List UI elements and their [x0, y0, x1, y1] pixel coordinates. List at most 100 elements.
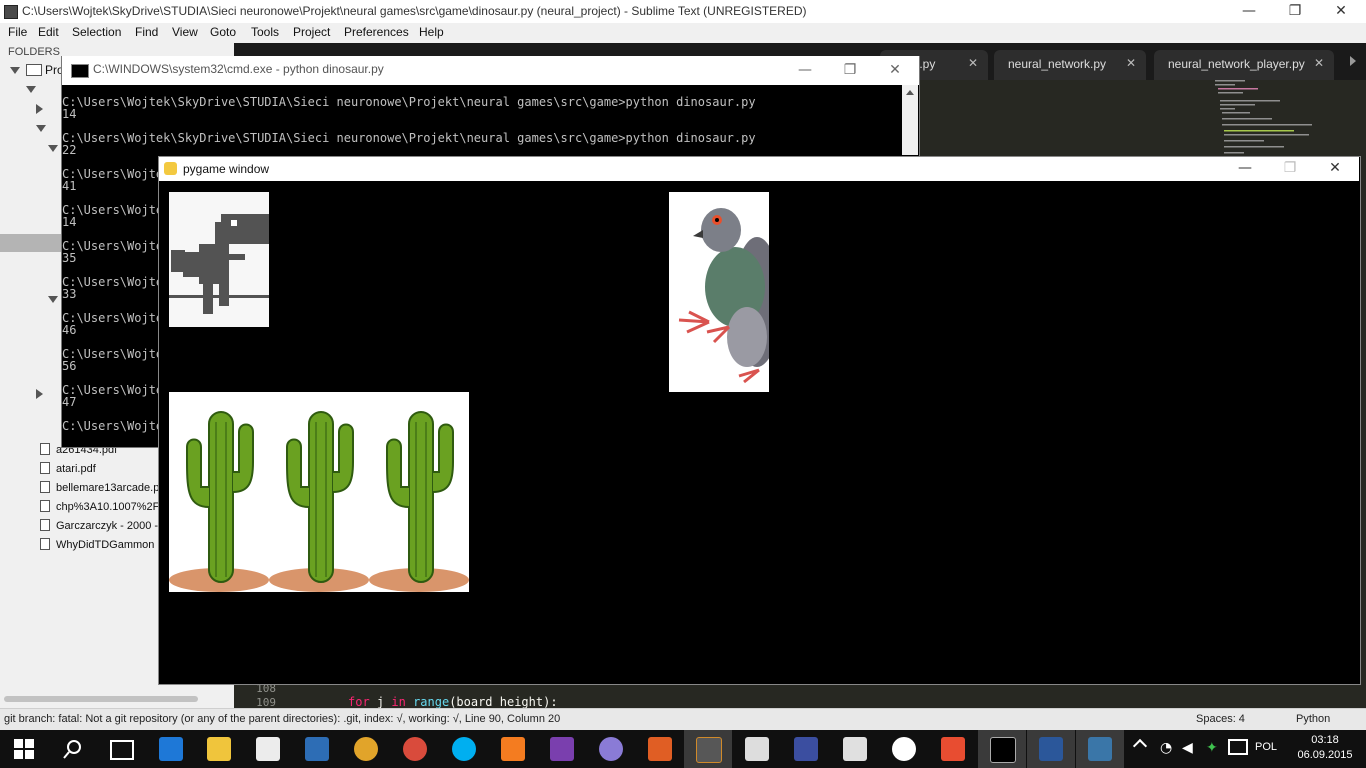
app-icon[interactable]	[745, 737, 769, 761]
tab-neural-network[interactable]: neural_network.py ✕	[994, 50, 1146, 80]
chrome-icon[interactable]	[403, 737, 427, 761]
tab-scroll-right-icon[interactable]	[1350, 56, 1356, 66]
app-icon[interactable]	[305, 737, 329, 761]
sidebar-file[interactable]: atari.pdf	[40, 462, 96, 481]
cmd-output: 56	[62, 359, 77, 373]
cmd-maximize-button[interactable]: ❐	[827, 59, 873, 82]
search-button[interactable]	[62, 738, 84, 764]
cmd-output: 35	[62, 251, 77, 265]
calendar-icon[interactable]	[843, 737, 867, 761]
menu-edit[interactable]: Edit	[38, 25, 59, 39]
clock-date: 06.09.2015	[1297, 749, 1353, 761]
menu-project[interactable]: Project	[293, 25, 330, 39]
sublime-text-icon[interactable]	[696, 737, 722, 763]
sidebar-selected-row[interactable]	[0, 234, 62, 252]
cmd-close-button[interactable]: ✕	[872, 59, 918, 82]
cmd-output: 46	[62, 323, 77, 337]
skype-icon[interactable]	[452, 737, 476, 761]
menu-find[interactable]: Find	[135, 25, 158, 39]
file-icon	[40, 462, 50, 474]
pygame-close-button[interactable]: ✕	[1312, 157, 1358, 180]
file-icon	[40, 519, 50, 531]
cactus-sprite	[369, 392, 469, 592]
scroll-up-icon[interactable]	[906, 90, 914, 95]
collapse-arrow-icon[interactable]	[36, 389, 43, 399]
sidebar-scrollbar[interactable]	[4, 696, 198, 702]
app-icon[interactable]	[501, 737, 525, 761]
notifications-icon[interactable]	[1228, 739, 1248, 755]
clock-time: 03:18	[1311, 734, 1339, 746]
status-syntax[interactable]: Python	[1296, 713, 1330, 725]
app-icon[interactable]	[794, 737, 818, 761]
sidebar-file[interactable]: chp%3A10.1007%2F	[40, 500, 159, 519]
cmd-prompt: C:\Users\Wojte	[62, 239, 164, 253]
dropbox-icon[interactable]: ✦	[1206, 740, 1218, 756]
expand-arrow-icon[interactable]	[10, 67, 20, 74]
cmd-output: 47	[62, 395, 77, 409]
pygame-snake-icon	[164, 162, 177, 175]
cmd-output: 14	[62, 107, 77, 121]
close-tab-icon[interactable]: ✕	[1314, 56, 1324, 70]
input-language[interactable]: POL	[1255, 741, 1277, 753]
status-git: git branch: fatal: Not a git repository …	[4, 713, 561, 725]
menu-file[interactable]: File	[8, 25, 27, 39]
sidebar-header: FOLDERS	[8, 46, 60, 58]
git-icon[interactable]	[941, 737, 965, 761]
cmd-prompt: C:\Users\Wojte	[62, 275, 164, 289]
word-icon[interactable]	[1039, 737, 1063, 761]
close-tab-icon[interactable]: ✕	[1126, 56, 1136, 70]
status-indentation[interactable]: Spaces: 4	[1196, 713, 1245, 725]
file-explorer-icon[interactable]	[207, 737, 231, 761]
menu-preferences[interactable]: Preferences	[344, 25, 409, 39]
collapse-arrow-icon[interactable]	[36, 104, 43, 114]
cmd-output: 33	[62, 287, 77, 301]
app-icon[interactable]	[354, 737, 378, 761]
close-button[interactable]: ✕	[1318, 0, 1364, 23]
cmd-prompt: C:\Users\Wojte	[62, 383, 164, 397]
menu-tools[interactable]: Tools	[251, 25, 279, 39]
task-view-icon[interactable]	[110, 740, 134, 760]
cmd-icon[interactable]	[990, 737, 1016, 763]
pygame-minimize-button[interactable]: —	[1222, 157, 1268, 180]
maximize-button[interactable]: ❐	[1272, 0, 1318, 23]
minimize-button[interactable]: —	[1226, 0, 1272, 23]
menu-goto[interactable]: Goto	[210, 25, 236, 39]
menu-help[interactable]: Help	[419, 25, 444, 39]
search-icon	[63, 740, 81, 759]
file-icon	[40, 538, 50, 550]
file-icon	[40, 443, 50, 455]
matlab-icon[interactable]	[648, 737, 672, 761]
cactus-sprite	[269, 392, 369, 592]
cmd-prompt: C:\Users\Wojte	[62, 203, 164, 217]
sidebar-file[interactable]: WhyDidTDGammon	[40, 538, 154, 557]
minimap[interactable]	[1210, 78, 1320, 158]
expand-arrow-icon[interactable]	[26, 86, 36, 93]
menu-selection[interactable]: Selection	[72, 25, 121, 39]
cmd-prompt: C:\Users\Wojte	[62, 419, 164, 433]
wifi-icon[interactable]: ◔	[1160, 740, 1172, 756]
status-bar: git branch: fatal: Not a git repository …	[0, 708, 1366, 731]
expand-arrow-icon[interactable]	[48, 296, 58, 303]
cmd-minimize-button[interactable]: —	[782, 59, 828, 82]
volume-icon[interactable]: ◀	[1182, 740, 1193, 756]
clock[interactable]: 03:18 06.09.2015	[1296, 733, 1354, 763]
cmd-output: 41	[62, 179, 77, 193]
start-button[interactable]	[14, 739, 34, 763]
store-icon[interactable]	[256, 737, 280, 761]
menu-bar: File Edit Selection Find View Goto Tools…	[0, 23, 1366, 43]
sidebar-file[interactable]: bellemare13arcade.p	[40, 481, 159, 500]
close-tab-icon[interactable]: ✕	[968, 56, 978, 70]
app-icon[interactable]	[599, 737, 623, 761]
visual-studio-icon[interactable]	[550, 737, 574, 761]
slack-icon[interactable]	[892, 737, 916, 761]
cmd-prompt: C:\Users\Wojtek\SkyDrive\STUDIA\Sieci ne…	[62, 131, 756, 145]
expand-arrow-icon[interactable]	[36, 125, 46, 132]
edge-icon[interactable]	[159, 737, 183, 761]
tab-neural-network-player[interactable]: neural_network_player.py ✕	[1154, 50, 1334, 80]
folder-icon	[26, 64, 42, 76]
sidebar-file[interactable]: Garczarczyk - 2000 -	[40, 519, 158, 538]
cmd-scrollbar[interactable]	[902, 85, 918, 155]
menu-view[interactable]: View	[172, 25, 198, 39]
expand-arrow-icon[interactable]	[48, 145, 58, 152]
python-icon[interactable]	[1088, 737, 1112, 761]
